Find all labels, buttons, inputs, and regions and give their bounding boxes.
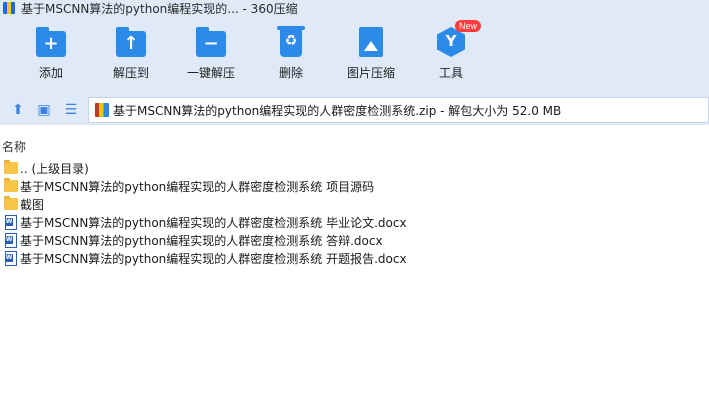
up-arrow-icon[interactable]: ⬆ bbox=[9, 101, 27, 119]
delete-button[interactable]: ♻ 删除 bbox=[251, 26, 331, 90]
folder-icon bbox=[4, 178, 18, 192]
file-name: .. (上级目录) bbox=[20, 161, 89, 176]
toolbar: + 添加 ↑ 解压到 − 一键解压 ♻ 删除 图片压缩 Y New 工具 bbox=[0, 20, 709, 90]
address-bar: ⬆ ▣ ☰ 基于MSCNN算法的python编程实现的人群密度检测系统.zip … bbox=[0, 95, 709, 125]
column-header-name[interactable]: 名称 bbox=[0, 138, 26, 155]
one-click-extract-icon: − bbox=[196, 26, 226, 57]
list-item[interactable]: .. (上级目录) bbox=[0, 159, 89, 177]
one-click-extract-button[interactable]: − 一键解压 bbox=[171, 26, 251, 90]
folder-icon bbox=[4, 196, 18, 210]
word-doc-icon bbox=[5, 250, 17, 266]
thumbnail-view-icon[interactable]: ▣ bbox=[35, 101, 53, 119]
extract-to-label: 解压到 bbox=[112, 66, 149, 80]
file-name: 基于MSCNN算法的python编程实现的人群密度检测系统 开题报告.docx bbox=[20, 251, 407, 266]
new-badge: New bbox=[455, 20, 482, 32]
file-name: 截图 bbox=[20, 197, 45, 212]
archive-path[interactable]: 基于MSCNN算法的python编程实现的人群密度检测系统.zip - 解包大小… bbox=[88, 97, 709, 123]
tools-button[interactable]: Y New 工具 bbox=[411, 20, 491, 90]
window-title: 基于MSCNN算法的python编程实现的... - 360压缩 bbox=[21, 1, 298, 16]
list-item[interactable]: 基于MSCNN算法的python编程实现的人群密度检测系统 项目源码 bbox=[0, 177, 374, 195]
top-panel: 基于MSCNN算法的python编程实现的... - 360压缩 + 添加 ↑ … bbox=[0, 0, 709, 95]
add-icon: + bbox=[36, 26, 66, 57]
folder-icon bbox=[4, 160, 18, 174]
image-compress-icon bbox=[359, 27, 383, 57]
add-button[interactable]: + 添加 bbox=[11, 26, 91, 90]
list-item[interactable]: 基于MSCNN算法的python编程实现的人群密度检测系统 毕业论文.docx bbox=[0, 213, 407, 231]
extract-to-button[interactable]: ↑ 解压到 bbox=[91, 26, 171, 90]
delete-icon: ♻ bbox=[277, 26, 305, 57]
image-compress-label: 图片压缩 bbox=[346, 66, 395, 80]
one-click-extract-label: 一键解压 bbox=[186, 66, 235, 80]
zip-archive-icon bbox=[95, 103, 109, 117]
word-doc-icon bbox=[5, 214, 17, 230]
file-name: 基于MSCNN算法的python编程实现的人群密度检测系统 答辩.docx bbox=[20, 233, 383, 248]
file-name: 基于MSCNN算法的python编程实现的人群密度检测系统 毕业论文.docx bbox=[20, 215, 407, 230]
file-name: 基于MSCNN算法的python编程实现的人群密度检测系统 项目源码 bbox=[20, 179, 375, 194]
add-label: 添加 bbox=[38, 66, 63, 80]
image-compress-button[interactable]: 图片压缩 bbox=[331, 26, 411, 90]
file-list: 名称 .. (上级目录) 基于MSCNN算法的python编程实现的人群密度检测… bbox=[0, 125, 709, 416]
list-item[interactable]: 基于MSCNN算法的python编程实现的人群密度检测系统 开题报告.docx bbox=[0, 249, 407, 267]
list-view-icon[interactable]: ☰ bbox=[62, 101, 80, 119]
archive-path-text: 基于MSCNN算法的python编程实现的人群密度检测系统.zip - 解包大小… bbox=[113, 103, 562, 118]
app-logo-icon bbox=[3, 2, 15, 14]
delete-label: 删除 bbox=[278, 66, 303, 80]
extract-to-icon: ↑ bbox=[116, 26, 146, 57]
title-bar: 基于MSCNN算法的python编程实现的... - 360压缩 bbox=[0, 0, 709, 16]
list-item[interactable]: 基于MSCNN算法的python编程实现的人群密度检测系统 答辩.docx bbox=[0, 231, 383, 249]
tools-label: 工具 bbox=[438, 66, 463, 80]
list-item[interactable]: 截图 bbox=[0, 195, 44, 213]
word-doc-icon bbox=[5, 232, 17, 248]
